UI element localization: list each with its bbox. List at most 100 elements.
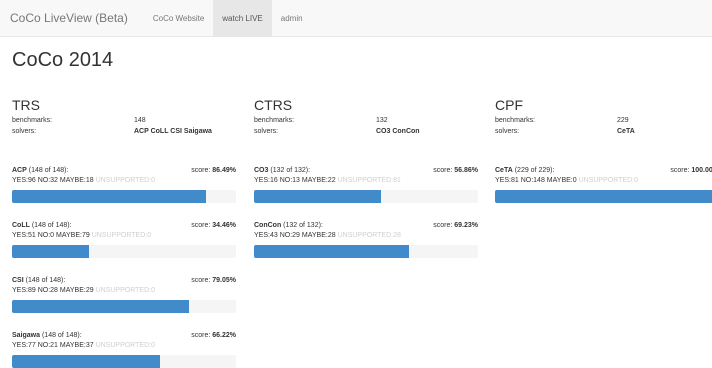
solver-result-ceta: CeTA (229 of 229): score: 100.00% YES:81…	[495, 166, 712, 221]
solver-head: CO3 (132 of 132): score: 56.86%	[254, 166, 478, 176]
progress-track	[12, 355, 236, 368]
score-label: score:	[670, 167, 690, 174]
score-value: 56.86%	[454, 167, 478, 174]
nav-link-watch-live[interactable]: watch LIVE	[213, 0, 272, 37]
no-value: 0	[50, 232, 55, 239]
progress-track	[495, 190, 712, 203]
unsupported-label: UNSUPPORTED:	[91, 232, 148, 239]
benchmarks-row: benchmarks: 132	[254, 115, 478, 126]
solver-name: ACP	[12, 167, 27, 174]
navbar: CoCo LiveView (Beta) CoCo Website watch …	[0, 0, 712, 37]
solver-result-csi: CSI (148 of 148): score: 79.05% YES:89 N…	[12, 276, 236, 331]
category-column-ctrs: CTRS benchmarks: 132 solvers: CO3 ConCon…	[254, 95, 478, 276]
solvers-value: CO3 ConCon	[376, 128, 420, 135]
maybe-value: 0	[572, 177, 577, 184]
maybe-label: MAYBE:	[59, 177, 86, 184]
unsupported-label: UNSUPPORTED:	[578, 177, 635, 184]
no-value: 29	[292, 232, 300, 239]
solver-count: (148 of 148):	[25, 277, 66, 284]
maybe-value: 79	[81, 232, 90, 239]
maybe-value: 18	[85, 177, 94, 184]
solver-head: Saigawa (148 of 148): score: 66.22%	[12, 331, 236, 341]
solver-count: (148 of 148):	[41, 332, 82, 339]
solver-stats: YES:96 NO:32 MAYBE:18 UNSUPPORTED:0	[12, 176, 236, 186]
maybe-label: MAYBE:	[301, 232, 328, 239]
solver-count: (132 of 132):	[283, 222, 323, 229]
solvers-label: solvers:	[12, 128, 37, 135]
solver-result-acp: ACP (148 of 148): score: 86.49% YES:96 N…	[12, 166, 236, 221]
no-value: 13	[292, 177, 300, 184]
yes-value: 89	[27, 287, 36, 294]
solver-head: ConCon (132 of 132): score: 69.23%	[254, 221, 478, 231]
solvers-label: solvers:	[495, 128, 520, 135]
unsupported-label: UNSUPPORTED:	[95, 342, 152, 349]
solver-name: CeTA	[495, 167, 513, 174]
yes-label: YES:	[12, 177, 28, 184]
progress-bar	[12, 190, 206, 203]
no-value: 21	[50, 342, 58, 349]
progress-bar	[254, 245, 409, 258]
solver-stats: YES:51 NO:0 MAYBE:79 UNSUPPORTED:0	[12, 231, 236, 241]
solvers-label: solvers:	[254, 128, 279, 135]
unsupported-value: 28	[393, 232, 401, 239]
solver-stats: YES:77 NO:21 MAYBE:37 UNSUPPORTED:0	[12, 341, 236, 351]
score-label: score:	[433, 222, 453, 229]
score-label: score:	[191, 277, 211, 284]
unsupported-value: 0	[151, 342, 155, 349]
unsupported-label: UNSUPPORTED:	[95, 177, 152, 184]
progress-bar	[12, 355, 161, 368]
benchmarks-label: benchmarks:	[254, 117, 295, 124]
solvers-value: ACP CoLL CSI Saigawa	[134, 128, 212, 135]
progress-track	[254, 190, 478, 203]
maybe-label: MAYBE:	[56, 232, 82, 239]
no-label: NO:	[279, 232, 293, 239]
benchmarks-row: benchmarks: 229	[495, 115, 712, 126]
yes-label: YES:	[495, 177, 511, 184]
solver-head: CSI (148 of 148): score: 79.05%	[12, 276, 236, 286]
no-value: 32	[50, 177, 58, 184]
nav-link-admin[interactable]: admin	[272, 0, 312, 37]
solver-count: (132 of 132):	[270, 167, 311, 174]
solvers-row: solvers: CeTA	[495, 126, 712, 137]
solver-head: CoLL (148 of 148): score: 34.46%	[12, 221, 236, 231]
solvers-value: CeTA	[617, 128, 635, 135]
benchmarks-value: 229	[617, 117, 629, 124]
progress-bar	[12, 245, 90, 258]
progress-bar	[254, 190, 382, 203]
no-label: NO:	[520, 177, 534, 184]
yes-value: 77	[27, 342, 36, 349]
score-label: score:	[433, 167, 453, 174]
solver-name: ConCon	[254, 222, 282, 229]
score-value: 86.49%	[212, 167, 236, 174]
maybe-label: MAYBE:	[546, 177, 573, 184]
solver-stats: YES:89 NO:28 MAYBE:29 UNSUPPORTED:0	[12, 286, 236, 296]
benchmarks-value: 148	[134, 117, 146, 124]
nav-brand-link[interactable]: CoCo LiveView (Beta)	[10, 11, 128, 25]
no-value: 28	[50, 287, 58, 294]
yes-label: YES:	[12, 287, 28, 294]
category-column-trs: TRS benchmarks: 148 solvers: ACP CoLL CS…	[12, 95, 236, 368]
solvers-row: solvers: CO3 ConCon	[254, 126, 478, 137]
no-label: NO:	[279, 177, 293, 184]
solver-stats: YES:16 NO:13 MAYBE:22 UNSUPPORTED:81	[254, 176, 478, 186]
solvers-row: solvers: ACP CoLL CSI Saigawa	[12, 126, 236, 137]
solver-count: (148 of 148):	[31, 222, 72, 229]
no-value: 148	[533, 177, 545, 184]
yes-label: YES:	[12, 232, 28, 239]
yes-label: YES:	[254, 177, 270, 184]
score-value: 69.23%	[454, 222, 478, 229]
nav-link-coco-website[interactable]: CoCo Website	[144, 0, 213, 37]
unsupported-value: 0	[151, 177, 155, 184]
progress-bar	[12, 300, 189, 313]
score-value: 66.22%	[212, 332, 236, 339]
score-label: score:	[191, 167, 211, 174]
progress-track	[12, 190, 236, 203]
solver-result-concon: ConCon (132 of 132): score: 69.23% YES:4…	[254, 221, 478, 276]
solver-name: CO3	[254, 167, 269, 174]
solver-stats: YES:81 NO:148 MAYBE:0 UNSUPPORTED:0	[495, 176, 712, 186]
score-value: 79.05%	[212, 277, 236, 284]
maybe-label: MAYBE:	[59, 287, 86, 294]
progress-track	[254, 245, 478, 258]
solver-head: ACP (148 of 148): score: 86.49%	[12, 166, 236, 176]
no-label: NO:	[37, 177, 51, 184]
